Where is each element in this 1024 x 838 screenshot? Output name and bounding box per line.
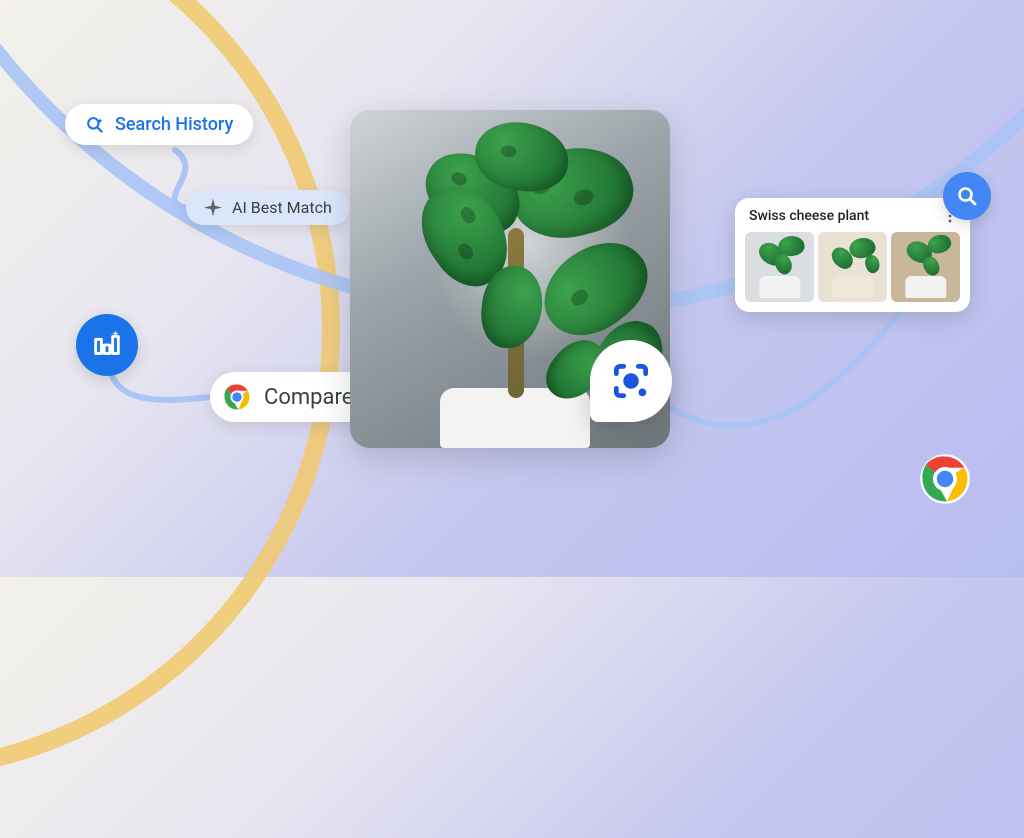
result-thumbnail[interactable]	[745, 232, 814, 302]
visual-results-card[interactable]: Swiss cheese plant	[735, 198, 970, 312]
lens-icon	[609, 359, 653, 403]
search-fab[interactable]	[943, 172, 991, 220]
sparkle-icon	[204, 199, 222, 217]
result-thumbnail[interactable]	[891, 232, 960, 302]
results-title: Swiss cheese plant	[749, 208, 869, 224]
compare-label: Compare	[264, 385, 353, 410]
ai-best-match-label: AI Best Match	[232, 198, 332, 217]
chrome-icon	[222, 382, 252, 412]
result-thumbnail[interactable]	[818, 232, 887, 302]
search-history-pill[interactable]: Search History	[65, 104, 253, 145]
search-history-label: Search History	[115, 114, 233, 135]
search-icon	[955, 184, 979, 208]
tab-organizer-icon	[90, 328, 124, 362]
google-lens-button[interactable]	[590, 340, 672, 422]
ai-best-match-chip[interactable]: AI Best Match	[186, 190, 350, 225]
search-sparkle-icon	[85, 115, 105, 135]
tab-organizer-button[interactable]	[76, 314, 138, 376]
result-thumbnails	[745, 232, 960, 302]
chrome-logo	[918, 452, 972, 506]
